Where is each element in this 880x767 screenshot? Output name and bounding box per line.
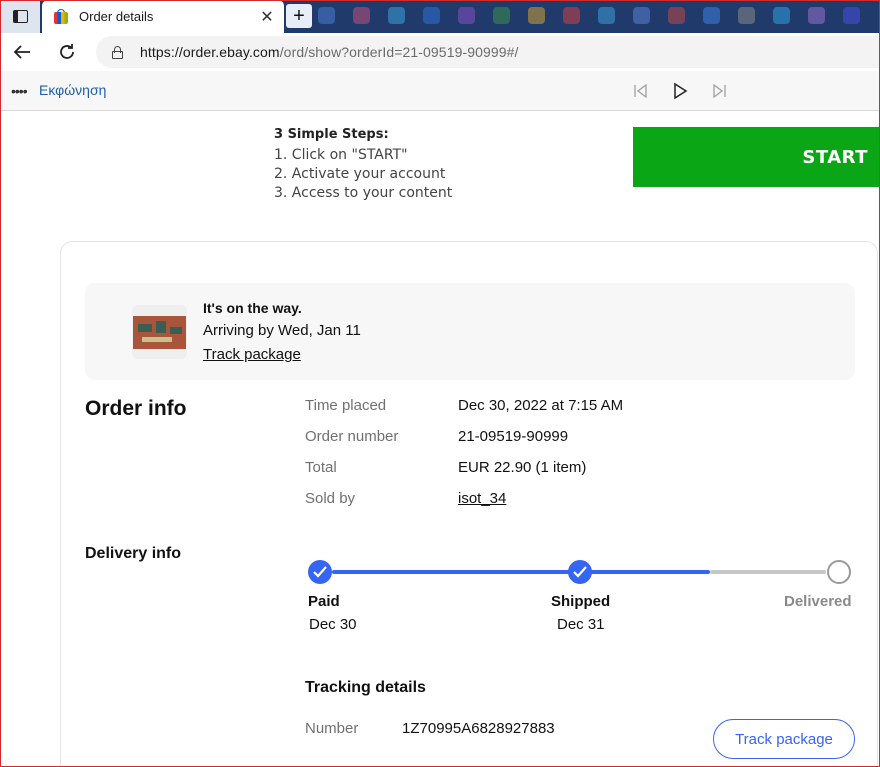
order-number-value: 21-09519-90999 xyxy=(458,428,569,445)
read-aloud-menu-icon[interactable]: •••• xyxy=(11,83,28,99)
background-tab-favicon-icon[interactable] xyxy=(528,7,545,24)
stage-delivered-label: Delivered xyxy=(784,593,852,610)
promo-step-1: 1. Click on "START" xyxy=(274,147,408,163)
time-placed-label: Time placed xyxy=(305,397,387,414)
order-number-label: Order number xyxy=(305,428,399,445)
read-aloud-label[interactable]: Εκφώνηση xyxy=(39,82,106,98)
track-package-link[interactable]: Track package xyxy=(203,346,301,363)
stage-shipped-label: Shipped xyxy=(551,593,611,610)
background-tab-favicon-icon[interactable] xyxy=(318,7,335,24)
background-tab-favicon-icon[interactable] xyxy=(738,7,755,24)
promo-title: 3 Simple Steps: xyxy=(274,127,389,142)
seller-link[interactable]: isot_34 xyxy=(458,490,506,507)
background-tab-favicon-icon[interactable] xyxy=(458,7,475,24)
stage-delivered-icon xyxy=(827,560,851,584)
back-arrow-icon xyxy=(13,45,30,59)
next-icon[interactable] xyxy=(710,81,730,101)
stage-paid-date: Dec 30 xyxy=(309,616,357,633)
lock-icon xyxy=(112,45,123,59)
url-host: https://order.ebay.com xyxy=(140,44,280,60)
background-tab-favicon-icon[interactable] xyxy=(703,7,720,24)
close-icon[interactable]: ✕ xyxy=(256,7,278,27)
tab-strip: Order details ✕ + xyxy=(0,0,880,33)
track-package-button[interactable]: Track package xyxy=(713,719,855,759)
other-tabs xyxy=(318,7,860,24)
refresh-button[interactable] xyxy=(56,41,78,63)
refresh-icon xyxy=(60,44,74,59)
promo-step-3: 3. Access to your content xyxy=(274,185,453,201)
background-tab-favicon-icon[interactable] xyxy=(388,7,405,24)
previous-icon[interactable] xyxy=(630,81,650,101)
background-tab-favicon-icon[interactable] xyxy=(493,7,510,24)
tab-title: Order details xyxy=(79,9,154,24)
tracking-number-value: 1Z70995A6828927883 xyxy=(402,720,555,737)
progress-line-remaining xyxy=(710,570,826,574)
background-tab-favicon-icon[interactable] xyxy=(353,7,370,24)
new-tab-button[interactable]: + xyxy=(286,4,312,28)
background-tab-favicon-icon[interactable] xyxy=(563,7,580,24)
tracking-number-label: Number xyxy=(305,720,359,737)
stage-paid-label: Paid xyxy=(308,593,340,610)
background-tab-favicon-icon[interactable] xyxy=(423,7,440,24)
background-tab-favicon-icon[interactable] xyxy=(598,7,615,24)
arrival-estimate: Arriving by Wed, Jan 11 xyxy=(203,322,361,339)
total-label: Total xyxy=(305,459,337,476)
background-tab-favicon-icon[interactable] xyxy=(668,7,685,24)
background-tab-favicon-icon[interactable] xyxy=(633,7,650,24)
sold-by-label: Sold by xyxy=(305,490,356,507)
time-placed-value: Dec 30, 2022 at 7:15 AM xyxy=(458,397,624,414)
tab-actions-icon xyxy=(12,10,28,23)
background-tab-favicon-icon[interactable] xyxy=(773,7,790,24)
address-bar: https://order.ebay.com/ord/show?orderId=… xyxy=(0,33,880,71)
status-title: It's on the way. xyxy=(203,300,302,316)
delivery-info-heading: Delivery info xyxy=(85,545,182,562)
tracking-details-heading: Tracking details xyxy=(305,679,426,696)
tab-actions-button[interactable] xyxy=(0,0,40,33)
order-info-heading: Order info xyxy=(85,397,187,420)
url-path: /ord/show?orderId=21-09519-90999#/ xyxy=(279,44,519,60)
play-icon[interactable] xyxy=(670,81,690,101)
ebay-bag-icon xyxy=(53,8,69,25)
promo-step-2: 2. Activate your account xyxy=(274,166,446,182)
stage-shipped-icon xyxy=(568,560,592,584)
background-tab-favicon-icon[interactable] xyxy=(808,7,825,24)
stage-shipped-date: Dec 31 xyxy=(557,616,605,633)
total-value: EUR 22.90 (1 item) xyxy=(458,459,587,476)
read-aloud-bar: •••• Εκφώνηση xyxy=(0,71,880,111)
item-thumbnail[interactable] xyxy=(132,305,187,359)
back-button[interactable] xyxy=(11,41,33,63)
start-button[interactable]: START xyxy=(633,127,880,187)
tab-order-details[interactable]: Order details ✕ xyxy=(42,0,284,33)
stage-paid-icon xyxy=(308,560,332,584)
background-tab-favicon-icon[interactable] xyxy=(843,7,860,24)
shipment-status-box xyxy=(85,283,855,380)
url-field[interactable]: https://order.ebay.com/ord/show?orderId=… xyxy=(96,36,880,68)
progress-line-complete xyxy=(332,570,710,574)
